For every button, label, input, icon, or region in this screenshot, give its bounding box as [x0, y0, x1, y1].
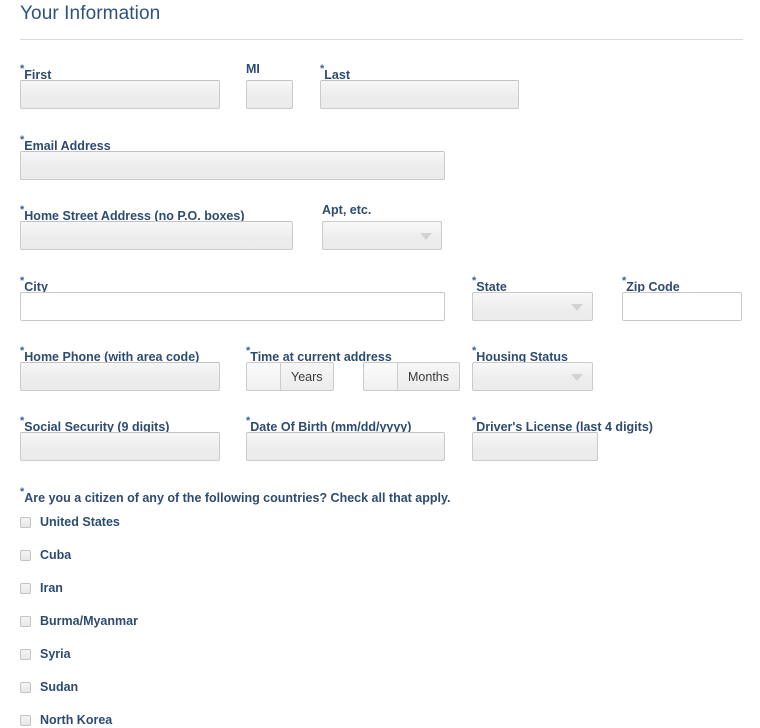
checkbox-cuba[interactable]	[20, 549, 31, 561]
label-citizenship-question: *Are you a citizen of any of the followi…	[20, 486, 451, 505]
label-state: *State	[472, 275, 507, 294]
title-divider	[20, 39, 743, 40]
checkbox-row-cuba[interactable]: Cuba	[20, 547, 71, 563]
label-social-security: *Social Security (9 digits)	[20, 415, 170, 434]
checkbox-row-iran[interactable]: Iran	[20, 580, 63, 596]
label-housing-status: *Housing Status	[472, 345, 568, 364]
time-at-address-years-group: Years	[246, 362, 334, 391]
checkbox-label-north-korea: North Korea	[40, 713, 113, 727]
label-city: *City	[20, 275, 48, 294]
street-address-input[interactable]	[20, 221, 293, 250]
checkbox-row-north-korea[interactable]: North Korea	[20, 712, 112, 728]
checkbox-row-burma-myanmar[interactable]: Burma/Myanmar	[20, 613, 138, 629]
chevron-down-icon	[571, 373, 583, 381]
label-email: *Email Address	[20, 134, 111, 153]
checkbox-label-united-states: United States	[40, 515, 120, 529]
housing-status-dropdown[interactable]	[472, 362, 593, 391]
first-name-input[interactable]	[20, 80, 220, 109]
months-addon-label: Months	[397, 362, 460, 391]
checkbox-label-cuba: Cuba	[40, 548, 72, 562]
chevron-down-icon	[571, 303, 583, 311]
zip-code-input[interactable]	[622, 292, 742, 321]
checkbox-label-iran: Iran	[40, 581, 63, 595]
label-time-at-address: *Time at current address	[246, 345, 392, 364]
checkbox-label-burma-myanmar: Burma/Myanmar	[40, 614, 138, 628]
label-drivers-license: *Driver's License (last 4 digits)	[472, 415, 653, 434]
label-date-of-birth: *Date Of Birth (mm/dd/yyyy)	[246, 415, 412, 434]
label-mi: MI	[246, 62, 260, 76]
label-last: *Last	[320, 63, 350, 82]
checkbox-north-korea[interactable]	[20, 714, 31, 726]
checkbox-united-states[interactable]	[20, 516, 31, 528]
checkbox-row-syria[interactable]: Syria	[20, 646, 71, 662]
email-input[interactable]	[20, 151, 445, 180]
checkbox-sudan[interactable]	[20, 681, 31, 693]
checkbox-row-united-states[interactable]: United States	[20, 514, 120, 530]
home-phone-input[interactable]	[20, 362, 220, 391]
date-of-birth-input[interactable]	[246, 432, 445, 461]
label-apt: Apt, etc.	[322, 203, 372, 217]
checkbox-burma-myanmar[interactable]	[20, 615, 31, 627]
checkbox-label-sudan: Sudan	[40, 680, 79, 694]
label-zip-code: *Zip Code	[622, 275, 680, 294]
apt-dropdown[interactable]	[322, 221, 442, 250]
city-input[interactable]	[20, 292, 445, 321]
months-input[interactable]	[363, 362, 397, 391]
checkbox-row-sudan[interactable]: Sudan	[20, 679, 78, 695]
state-dropdown[interactable]	[472, 292, 593, 321]
drivers-license-input[interactable]	[472, 432, 598, 461]
checkbox-iran[interactable]	[20, 582, 31, 594]
page-title: Your Information	[20, 3, 161, 24]
years-addon-label: Years	[280, 362, 334, 391]
years-input[interactable]	[246, 362, 280, 391]
last-name-input[interactable]	[320, 80, 519, 109]
social-security-input[interactable]	[20, 432, 220, 461]
label-first: *First	[20, 63, 52, 82]
chevron-down-icon	[420, 232, 432, 240]
label-home-phone: *Home Phone (with area code)	[20, 345, 200, 364]
label-street-address: *Home Street Address (no P.O. boxes)	[20, 204, 245, 223]
checkbox-label-syria: Syria	[40, 647, 71, 661]
your-information-form: Your Information *First MI *Last *Email …	[0, 0, 760, 727]
time-at-address-months-group: Months	[363, 362, 460, 391]
middle-initial-input[interactable]	[246, 80, 293, 109]
checkbox-syria[interactable]	[20, 648, 31, 660]
